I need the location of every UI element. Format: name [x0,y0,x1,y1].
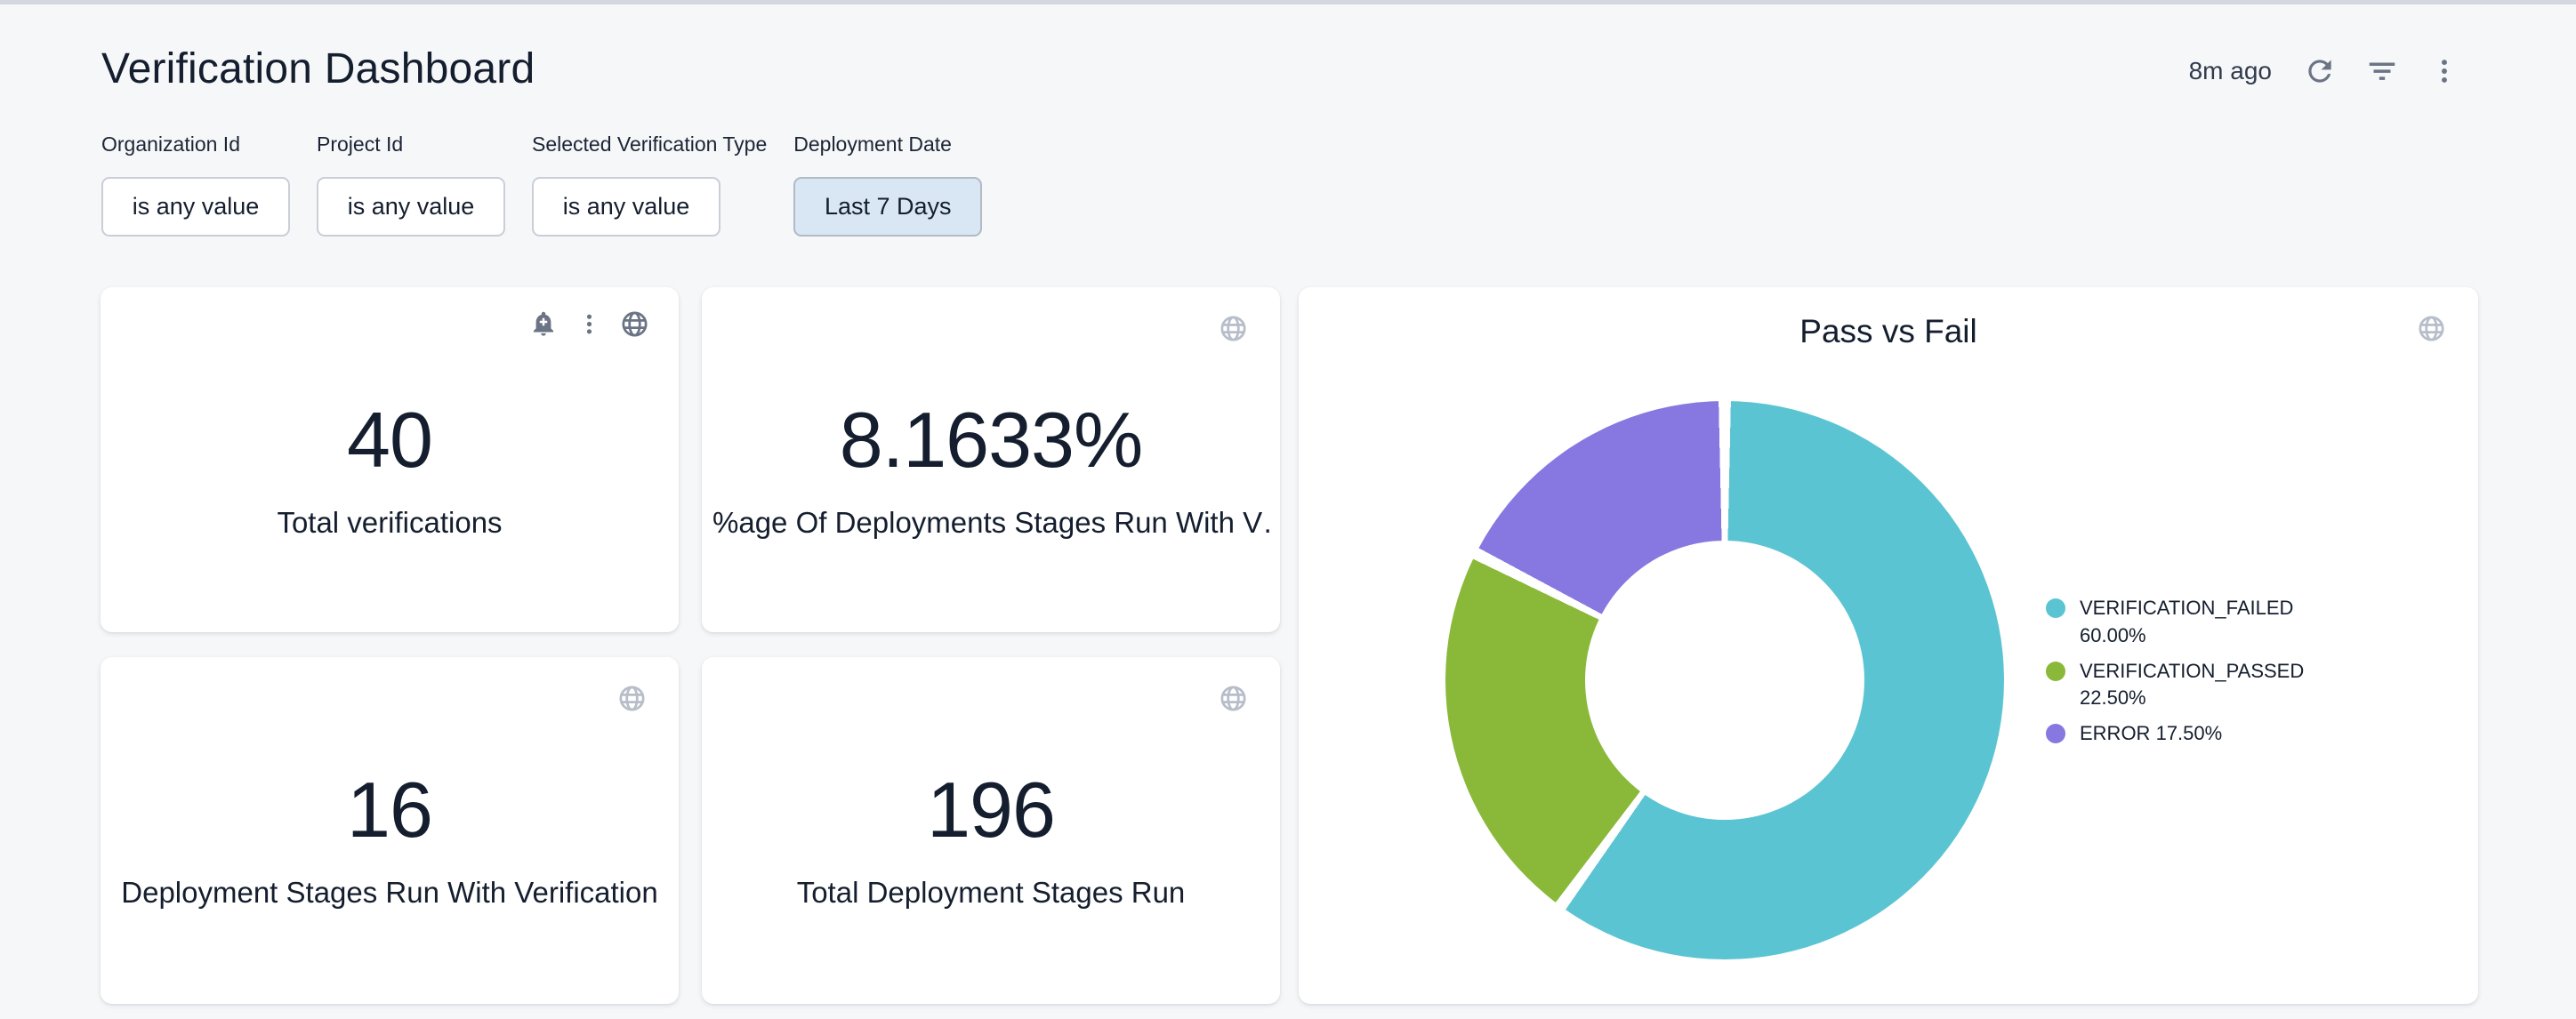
kpi-label: %age Of Deployments Stages Run With V… [712,507,1269,539]
chart-title: Pass vs Fail [1299,313,2478,350]
dashboard-page: Verification Dashboard 8m ago Organizati… [0,0,2576,1019]
explore-from-here-button[interactable] [2411,309,2451,348]
donut-hole [1585,541,1864,820]
filter-label: Selected Verification Type [532,133,767,156]
kpi-label: Total verifications [111,507,668,539]
globe-icon [617,684,647,713]
filter-deployment-date: Deployment Date Last 7 Days [793,133,982,237]
refresh-icon [2303,54,2337,88]
filter-label: Deployment Date [793,133,982,156]
filter-label: Project Id [317,133,505,156]
filter-value-verification-type[interactable]: is any value [532,177,720,237]
legend-swatch [2046,724,2065,743]
legend-item-verification-failed[interactable]: VERIFICATION_FAILED 60.00% [2046,595,2402,650]
explore-from-here-button[interactable] [619,309,649,339]
add-alert-button[interactable] [528,309,559,339]
dashboard-menu-button[interactable] [2425,52,2464,91]
legend-item-error[interactable]: ERROR 17.50% [2046,720,2402,748]
filter-verification-type: Selected Verification Type is any value [532,133,767,237]
add-alert-icon [529,309,558,338]
kpi-value: 196 [702,771,1280,849]
legend-label: VERIFICATION_FAILED 60.00% [2080,595,2329,650]
explore-from-here-button[interactable] [1213,678,1252,718]
legend-label: VERIFICATION_PASSED 22.50% [2080,658,2329,713]
kpi-card-stages-run-with-verification: 16 Deployment Stages Run With Verificati… [101,657,679,1004]
kpi-value: 8.1633% [702,401,1280,479]
kpi-value: 40 [101,401,679,479]
tile-actions [528,309,649,339]
kebab-menu-icon [577,312,601,336]
globe-icon [1219,684,1248,713]
globe-icon [1219,314,1248,343]
globe-icon [620,309,649,339]
kpi-card-pct-stages-with-verification: 8.1633% %age Of Deployments Stages Run W… [702,287,1280,632]
kpi-card-total-verifications: 40 Total verifications [101,287,679,632]
filters-toggle-button[interactable] [2363,52,2402,91]
kebab-menu-icon [2429,56,2459,86]
legend-swatch [2046,598,2065,618]
last-refresh-time: 8m ago [2189,57,2272,85]
kpi-value: 16 [101,771,679,849]
globe-icon [2417,314,2446,343]
chart-legend: VERIFICATION_FAILED 60.00% VERIFICATION_… [2046,595,2402,756]
filter-list-icon [2365,54,2399,88]
top-border [0,0,2576,4]
filter-organization-id: Organization Id is any value [101,133,290,237]
legend-label: ERROR 17.50% [2080,720,2222,748]
explore-from-here-button[interactable] [1213,309,1252,348]
tile-menu-button[interactable] [574,309,604,339]
explore-from-here-button[interactable] [612,678,651,718]
page-title: Verification Dashboard [101,44,535,93]
kpi-label: Deployment Stages Run With Verification [111,877,668,909]
legend-swatch [2046,662,2065,681]
filter-value-deployment-date[interactable]: Last 7 Days [793,177,982,237]
filter-value-organization-id[interactable]: is any value [101,177,290,237]
donut-chart[interactable] [1445,401,2004,959]
filter-value-project-id[interactable]: is any value [317,177,505,237]
kpi-card-total-stages-run: 196 Total Deployment Stages Run [702,657,1280,1004]
pie-chart-card-pass-vs-fail: Pass vs Fail VERIFICATION_FAILED 60.00% … [1299,287,2478,1004]
legend-item-verification-passed[interactable]: VERIFICATION_PASSED 22.50% [2046,658,2402,713]
filter-label: Organization Id [101,133,290,156]
filter-bar: Organization Id is any value Project Id … [101,133,1009,237]
kpi-label: Total Deployment Stages Run [712,877,1269,909]
refresh-button[interactable] [2300,52,2339,91]
dashboard-header-controls: 8m ago [2189,50,2464,92]
filter-project-id: Project Id is any value [317,133,505,237]
